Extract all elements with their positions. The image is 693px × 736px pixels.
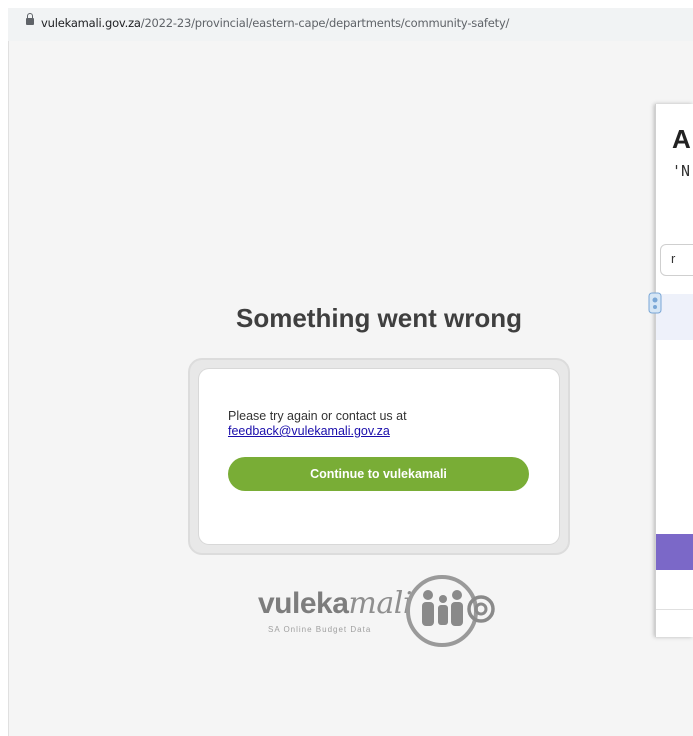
dialog-title: A — [672, 124, 691, 154]
extension-icon[interactable] — [648, 291, 662, 315]
url-text[interactable]: vulekamali.gov.za/2022-23/provincial/eas… — [41, 17, 509, 29]
url-host: vulekamali.gov.za — [41, 16, 141, 30]
dialog-subtitle: 'N — [672, 162, 691, 180]
dialog-primary-button[interactable] — [656, 534, 693, 570]
side-dialog: A 'N r — [655, 104, 693, 637]
error-title: Something went wrong — [236, 303, 522, 333]
lock-icon — [26, 13, 34, 27]
feedback-email-link[interactable]: feedback@vulekamali.gov.za — [228, 424, 390, 438]
dialog-input[interactable]: r — [660, 244, 693, 276]
continue-button[interactable]: Continue to vulekamali — [228, 457, 529, 491]
logo-tagline: SA Online Budget Data — [268, 625, 372, 634]
url-path: /2022-23/provincial/eastern-cape/departm… — [140, 16, 510, 30]
error-message: Please try again or contact us at — [228, 409, 407, 423]
people-icon — [406, 575, 495, 647]
vulekamali-logo: vulekamali SA Online Budget Data — [258, 573, 498, 648]
dialog-divider — [656, 609, 693, 610]
logo-word-plain: vuleka — [258, 587, 349, 620]
dialog-input-value: r — [671, 251, 676, 266]
